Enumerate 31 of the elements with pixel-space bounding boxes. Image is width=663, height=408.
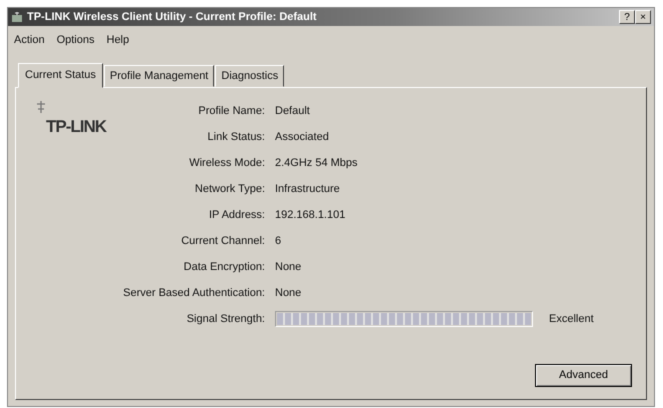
advanced-button[interactable]: Advanced bbox=[535, 364, 632, 387]
logo: TP-LINK bbox=[46, 116, 108, 138]
tab[interactable]: Current Status bbox=[18, 62, 103, 88]
field-label: Wireless Mode: bbox=[189, 156, 265, 169]
menu-item[interactable]: Action bbox=[14, 32, 45, 48]
menu-item[interactable]: Help bbox=[106, 32, 130, 48]
menu-item[interactable]: Options bbox=[56, 32, 94, 48]
field-label: Current Channel: bbox=[181, 234, 265, 247]
field-value: Infrastructure bbox=[275, 182, 340, 197]
help-button[interactable]: ? bbox=[619, 10, 635, 24]
field-value: 192.168.1.101 bbox=[275, 208, 346, 223]
field-label: Network Type: bbox=[194, 182, 265, 195]
window-title: TP-LINK Wireless Client Utility - Current Profile: Default bbox=[27, 10, 317, 25]
field-label: Data Encryption: bbox=[184, 260, 265, 273]
field-label: Server Based Authentication: bbox=[123, 286, 265, 299]
field-label: IP Address: bbox=[208, 208, 265, 221]
field-value: None bbox=[275, 260, 302, 275]
field-value: Default bbox=[275, 104, 310, 119]
field-value: Associated bbox=[275, 130, 329, 145]
tab[interactable]: Profile Management bbox=[104, 64, 214, 87]
antenna-icon bbox=[34, 100, 48, 114]
close-button[interactable]: × bbox=[635, 10, 651, 24]
field-label: Link Status: bbox=[208, 130, 265, 143]
field-value: 2.4GHz 54 Mbps bbox=[275, 156, 358, 171]
field-label: Signal Strength: bbox=[186, 312, 265, 325]
signal-reading: Excellent bbox=[549, 312, 594, 327]
tab[interactable]: Diagnostics bbox=[215, 64, 284, 87]
field-value: 6 bbox=[275, 234, 282, 249]
field-value: None bbox=[275, 286, 302, 301]
field-label: Profile Name: bbox=[198, 104, 265, 117]
app-icon bbox=[11, 11, 23, 23]
